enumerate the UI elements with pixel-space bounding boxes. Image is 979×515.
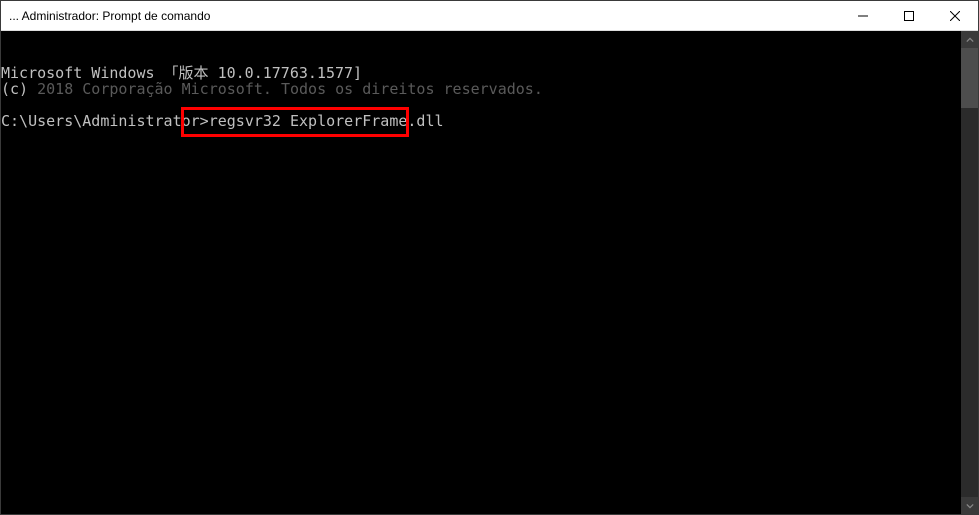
scrollbar-thumb[interactable] — [961, 48, 978, 108]
vertical-scrollbar[interactable] — [961, 31, 978, 514]
console-area[interactable]: Microsoft Windows 「版本 10.0.17763.1577](c… — [1, 31, 961, 514]
scroll-down-button[interactable] — [961, 497, 978, 514]
console-copyright-line: (c) 2018 Corporação Microsoft. Todos os … — [1, 81, 961, 97]
close-icon — [950, 11, 960, 21]
console-prompt-line: C:\Users\Administrator>regsvr32 Explorer… — [1, 113, 961, 129]
window-title: ... Administrador: Prompt de comando — [9, 9, 210, 23]
typed-command: regsvr32 ExplorerFrame.dll — [209, 112, 444, 130]
titlebar[interactable]: ... Administrador: Prompt de comando — [1, 1, 978, 31]
copyright-symbol: (c) — [1, 80, 37, 98]
chevron-up-icon — [966, 36, 974, 44]
command-prompt-window: ... Administrador: Prompt de comando Mic… — [0, 0, 979, 515]
maximize-icon — [904, 11, 914, 21]
scroll-up-button[interactable] — [961, 31, 978, 48]
console-wrapper: Microsoft Windows 「版本 10.0.17763.1577](c… — [1, 31, 978, 514]
window-controls — [840, 1, 978, 30]
prompt-path: C:\Users\Administrator> — [1, 112, 209, 130]
minimize-icon — [858, 11, 868, 21]
minimize-button[interactable] — [840, 1, 886, 30]
close-button[interactable] — [932, 1, 978, 30]
chevron-down-icon — [966, 502, 974, 510]
console-version-line: Microsoft Windows 「版本 10.0.17763.1577] — [1, 65, 961, 81]
maximize-button[interactable] — [886, 1, 932, 30]
copyright-text: 2018 Corporação Microsoft. Todos os dire… — [37, 80, 543, 98]
